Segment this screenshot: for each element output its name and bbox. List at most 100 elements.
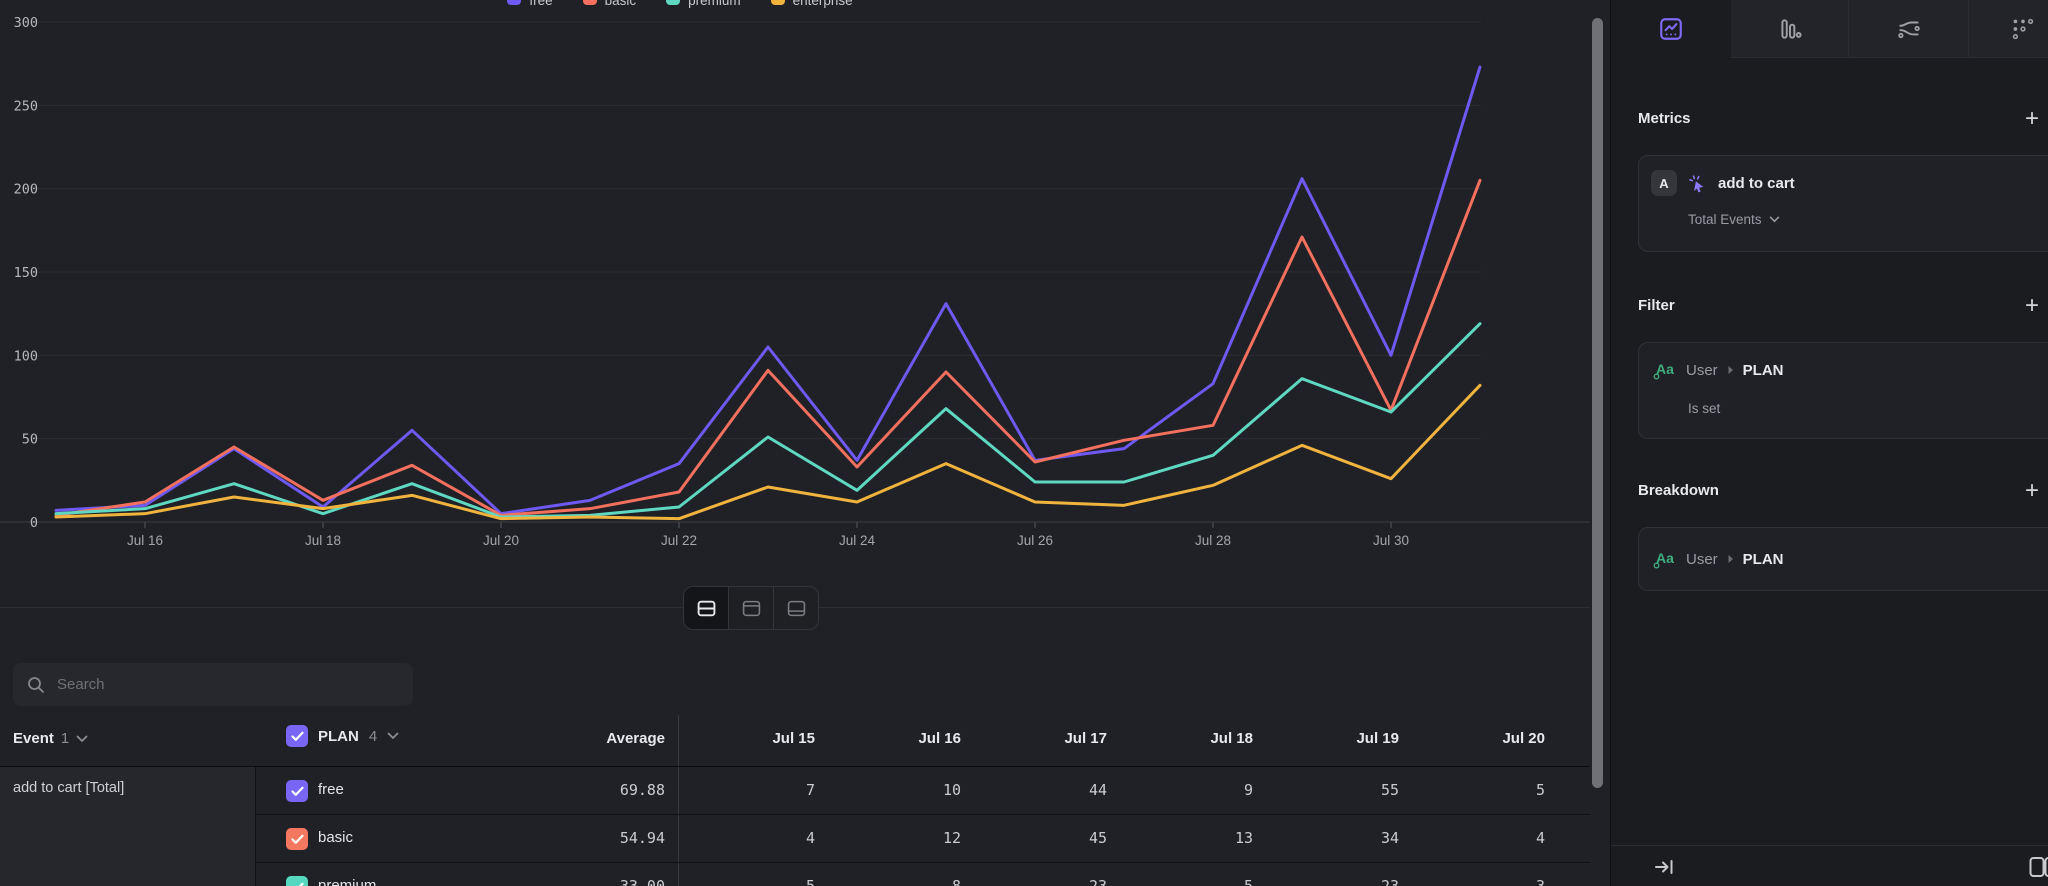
layout-table-bottom-button[interactable] bbox=[773, 587, 818, 629]
series-line-enterprise[interactable] bbox=[56, 385, 1480, 518]
x-axis-tick-label: Jul 26 bbox=[1017, 533, 1053, 548]
x-axis-tick-label: Jul 28 bbox=[1195, 533, 1231, 548]
y-axis-tick-label: 100 bbox=[14, 348, 38, 364]
table-row-basic: basic 54.94 4 12 45 13 34 4 bbox=[256, 815, 1590, 863]
chart-top-icon bbox=[742, 599, 761, 618]
row-day-value: 44 bbox=[977, 781, 1107, 799]
metric-options-kebab-icon[interactable] bbox=[2041, 172, 2048, 187]
row-average-value: 33.00 bbox=[465, 877, 665, 886]
search-icon bbox=[27, 676, 45, 694]
row-day-value: 5 bbox=[1415, 781, 1545, 799]
add-filter-button[interactable]: + bbox=[2019, 294, 2045, 320]
filter-heading: Filter bbox=[1638, 297, 1675, 314]
date-column-header: Jul 15 bbox=[685, 730, 815, 747]
chevron-down-icon bbox=[1769, 216, 1780, 223]
report-tabs bbox=[1611, 0, 2048, 58]
row-day-value: 4 bbox=[1415, 829, 1545, 847]
filter-card[interactable]: Aa User PLAN Is set bbox=[1638, 342, 2048, 439]
x-axis-tick-label: Jul 20 bbox=[483, 533, 519, 548]
row-day-value: 10 bbox=[831, 781, 961, 799]
table-row-free: free69.88710449555 bbox=[256, 767, 1590, 815]
y-axis-tick-label: 150 bbox=[14, 265, 38, 281]
row-label: basic bbox=[318, 829, 353, 846]
row-day-value: 4 bbox=[685, 829, 815, 847]
date-column-header: Jul 19 bbox=[1269, 730, 1399, 747]
metric-card[interactable]: A add to cart Total Events bbox=[1638, 155, 2048, 252]
event-cursor-icon bbox=[1687, 173, 1708, 194]
breakdown-card[interactable]: Aa User PLAN bbox=[1638, 527, 2048, 591]
aggregation-label: Total Events bbox=[1688, 212, 1762, 227]
event-cell: add to cart [Total] bbox=[0, 767, 256, 886]
free-checkbox[interactable] bbox=[286, 780, 308, 802]
query-sidebar: Metrics + A add to cart Total Events Fil… bbox=[1610, 0, 2048, 886]
date-column-header: Jul 17 bbox=[977, 730, 1107, 747]
breakdown-options-kebab-icon[interactable] bbox=[2041, 548, 2048, 563]
vertical-scrollbar[interactable] bbox=[1592, 18, 1603, 788]
tab-retention[interactable] bbox=[1968, 0, 2048, 58]
row-label: free bbox=[318, 781, 344, 798]
bar-chart-icon bbox=[1777, 16, 1803, 42]
y-axis-tick-label: 200 bbox=[14, 182, 38, 198]
date-column-headers: Jul 15Jul 16Jul 17Jul 18Jul 19Jul 20 bbox=[0, 715, 1590, 766]
series-line-free[interactable] bbox=[56, 67, 1480, 514]
add-breakdown-button[interactable]: + bbox=[2019, 479, 2045, 505]
table-rows: free69.88710449555basic54.944124513344pr… bbox=[256, 767, 1590, 886]
text-property-icon: Aa bbox=[1651, 357, 1677, 383]
search-input[interactable] bbox=[57, 676, 399, 693]
check-icon bbox=[291, 882, 304, 886]
line-chart-icon bbox=[1658, 16, 1684, 42]
tab-insights[interactable] bbox=[1611, 0, 1731, 58]
row-average-value: 69.88 bbox=[465, 781, 665, 799]
breakdown-property: PLAN bbox=[1743, 551, 1784, 568]
metrics-heading: Metrics bbox=[1638, 110, 1691, 127]
x-axis-tick-label: Jul 16 bbox=[127, 533, 163, 548]
metric-letter-badge: A bbox=[1651, 170, 1677, 196]
breakdown-heading: Breakdown bbox=[1638, 482, 1719, 499]
row-day-value: 45 bbox=[977, 829, 1107, 847]
row-label: premium bbox=[318, 877, 376, 886]
row-day-value: 34 bbox=[1269, 829, 1399, 847]
filter-property: PLAN bbox=[1743, 362, 1784, 379]
search-box bbox=[13, 663, 413, 706]
check-icon bbox=[291, 786, 304, 797]
chevron-right-icon bbox=[1727, 365, 1734, 375]
x-axis-tick-label: Jul 22 bbox=[661, 533, 697, 548]
chevron-right-icon bbox=[1727, 554, 1734, 564]
line-chart: 050100150200250300Jul 16Jul 18Jul 20Jul … bbox=[0, 0, 1590, 560]
dots-grid-icon bbox=[2010, 16, 2036, 42]
filter-condition-label: Is set bbox=[1688, 401, 1720, 416]
tab-funnels[interactable] bbox=[1731, 0, 1848, 58]
row-day-value: 12 bbox=[831, 829, 961, 847]
aggregation-dropdown[interactable]: Total Events bbox=[1688, 212, 1780, 227]
main-panel: freebasicpremiumenterprise 0501001502002… bbox=[0, 0, 1610, 886]
metric-event-name: add to cart bbox=[1718, 175, 1795, 192]
layout-toggle-group bbox=[683, 586, 819, 630]
text-property-icon: Aa bbox=[1651, 546, 1677, 572]
premium-checkbox[interactable] bbox=[286, 876, 308, 886]
row-day-value: 5 bbox=[685, 877, 815, 886]
table-header: Event 1 PLAN 4 Average Jul 15Jul 16Jul 1… bbox=[0, 715, 1590, 766]
table-row-premium: premium33.0058235233 bbox=[256, 863, 1590, 886]
table-bottom-icon bbox=[787, 599, 806, 618]
row-day-value: 9 bbox=[1123, 781, 1253, 799]
collapse-sidebar-icon[interactable] bbox=[1653, 856, 1675, 878]
row-average-value: 54.94 bbox=[465, 829, 665, 847]
panel-layout-icon[interactable] bbox=[2029, 855, 2048, 879]
y-axis-tick-label: 250 bbox=[14, 98, 38, 114]
add-metric-button[interactable]: + bbox=[2019, 107, 2045, 133]
date-column-header: Jul 16 bbox=[831, 730, 961, 747]
tab-flows[interactable] bbox=[1848, 0, 1968, 58]
basic-checkbox[interactable] bbox=[286, 828, 308, 850]
layout-chart-top-button[interactable] bbox=[728, 587, 773, 629]
row-day-value: 7 bbox=[685, 781, 815, 799]
row-day-value: 13 bbox=[1123, 829, 1253, 847]
table-body: add to cart [Total] free69.88710449555ba… bbox=[0, 766, 1590, 886]
x-axis-tick-label: Jul 18 bbox=[305, 533, 341, 548]
layout-split-view-button[interactable] bbox=[684, 587, 728, 629]
row-day-value: 23 bbox=[977, 877, 1107, 886]
row-day-value: 55 bbox=[1269, 781, 1399, 799]
filter-condition[interactable]: Is set bbox=[1688, 401, 1720, 416]
filter-options-kebab-icon[interactable] bbox=[2041, 359, 2048, 374]
row-day-value: 23 bbox=[1269, 877, 1399, 886]
split-view-icon bbox=[697, 599, 716, 618]
